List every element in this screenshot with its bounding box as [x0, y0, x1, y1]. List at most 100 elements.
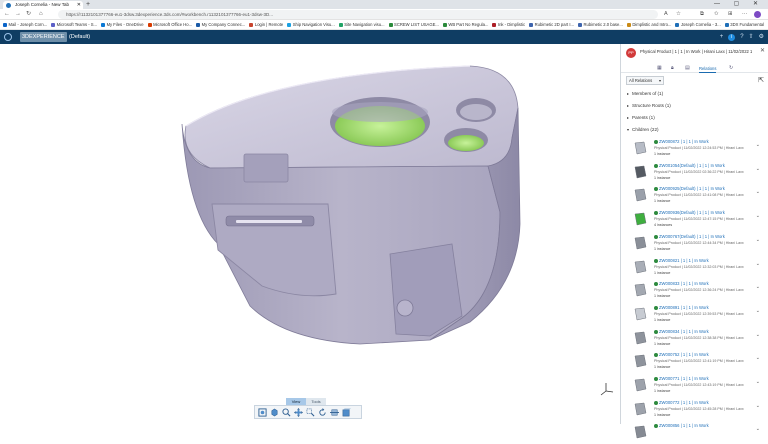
expand-chevron-icon[interactable]: ⌄	[756, 403, 760, 409]
expand-chevron-icon[interactable]: ⌄	[756, 308, 760, 314]
add-icon[interactable]: +	[720, 32, 724, 42]
expand-chevron-icon[interactable]: ⌄	[756, 237, 760, 243]
home-icon[interactable]: ⌂	[39, 10, 43, 19]
url-bar[interactable]: https://r1132101377766-eu1-3dsw.3dexperi…	[58, 10, 658, 19]
bookmark-item[interactable]: Login | Remote	[249, 22, 283, 27]
child-item[interactable]: ZW000856 | 1 | 1 | In Work ⌄	[630, 421, 761, 444]
relation-section[interactable]: ▾ Children (22)	[627, 127, 659, 132]
child-name-link[interactable]: ZW000833 | 1 | 1 | In Work	[659, 281, 709, 286]
expand-chevron-icon[interactable]: ⌄	[756, 284, 760, 290]
expand-chevron-icon[interactable]: ⌄	[756, 355, 760, 361]
section-icon[interactable]	[329, 407, 340, 418]
zoom-area-icon[interactable]	[305, 407, 316, 418]
pan-icon[interactable]	[293, 407, 304, 418]
expand-chevron-icon[interactable]: ⌄	[756, 261, 760, 267]
bookmark-item[interactable]: Mail - Joseph Corn...	[3, 22, 47, 27]
zoom-icon[interactable]	[281, 407, 292, 418]
axis-triad-icon[interactable]	[600, 382, 614, 396]
bookmark-item[interactable]: Microsoft Teams - S...	[51, 22, 97, 27]
share-icon[interactable]: ⇧	[749, 32, 754, 42]
bookmark-item[interactable]: 3DX Fundamental	[724, 22, 764, 27]
read-aloud-icon[interactable]: A	[664, 10, 668, 19]
expand-chevron-icon[interactable]: ⌄	[756, 426, 760, 432]
child-item[interactable]: ZW000821 | 1 | 1 | In Work Physical Produ…	[630, 256, 761, 279]
extensions-icon[interactable]: ⊞	[728, 10, 733, 19]
compass-icon[interactable]	[4, 33, 12, 41]
relation-section[interactable]: ▸ Members of (1)	[627, 91, 663, 96]
bookmark-item[interactable]: Rubimetic 2.0 base...	[577, 22, 623, 27]
rotate-icon[interactable]	[317, 407, 328, 418]
child-name-link[interactable]: ZW001054(Default) | 1 | 1 | In Work	[659, 163, 725, 168]
expand-chevron-icon[interactable]: ⌄	[756, 332, 760, 338]
close-tab-icon[interactable]: ✕	[77, 1, 81, 9]
fit-all-icon[interactable]	[257, 407, 268, 418]
relations-filter-dropdown[interactable]: All Relations ▾	[626, 76, 664, 85]
child-item[interactable]: ZW000872 | 1 | 1 | In Work Physical Produ…	[630, 137, 761, 160]
tab-comments-icon[interactable]: ▤	[685, 65, 690, 72]
open-external-icon[interactable]: ⇱	[758, 76, 764, 84]
bookmark-item[interactable]: Dimplistic and Intro...	[626, 22, 671, 27]
expand-chevron-icon[interactable]: ⌄	[756, 213, 760, 219]
expand-chevron-icon[interactable]: ⌄	[756, 189, 760, 195]
child-item[interactable]: ZW001054(Default) | 1 | 1 | In Work Physi…	[630, 161, 761, 184]
3d-model-render[interactable]	[0, 44, 620, 424]
child-name-link[interactable]: ZW000891 | 1 | 1 | In Work	[659, 305, 709, 310]
bookmark-item[interactable]: Joseph Cornelia - 3...	[675, 22, 721, 27]
tab-history-icon[interactable]: ↻	[729, 65, 733, 72]
child-item[interactable]: ZW000752 | 1 | 1 | In Work Physical Produ…	[630, 350, 761, 373]
tab-lock-icon[interactable]: 🔒︎	[671, 65, 674, 72]
new-tab-button[interactable]: +	[86, 0, 90, 9]
back-icon[interactable]: ←	[4, 10, 10, 19]
child-item[interactable]: ZW000767(Default) | 1 | 1 | In Work Physi…	[630, 232, 761, 255]
bookmark-item[interactable]: Ship Navigation Visu...	[287, 22, 335, 27]
bookmark-item[interactable]: Ink - Dimplistic	[492, 22, 525, 27]
close-panel-icon[interactable]: ✕	[760, 47, 765, 54]
relation-section[interactable]: ▸ Parents (1)	[627, 115, 655, 120]
relation-section[interactable]: ▸ Structure Roots (1)	[627, 103, 671, 108]
child-item[interactable]: ZW000925(Default) | 1 | 1 | In Work Physi…	[630, 184, 761, 207]
tab-relations[interactable]: Relations	[699, 65, 717, 73]
favorites-list-icon[interactable]: ✩	[714, 10, 719, 19]
settings-icon[interactable]: ⚙	[759, 32, 764, 42]
expand-chevron-icon[interactable]: ⌄	[756, 379, 760, 385]
child-name-link[interactable]: ZW000925(Default) | 1 | 1 | In Work	[659, 186, 725, 191]
tab-properties-icon[interactable]: ▦	[657, 65, 662, 72]
profile-avatar[interactable]	[754, 11, 761, 18]
child-name-link[interactable]: ZW000936(Default) | 1 | 1 | In Work	[659, 210, 725, 215]
favorite-star-icon[interactable]: ☆	[676, 10, 681, 19]
child-item[interactable]: ZW000834 | 1 | 1 | In Work Physical Produ…	[630, 327, 761, 350]
child-name-link[interactable]: ZW000752 | 1 | 1 | In Work	[659, 352, 709, 357]
bookmark-item[interactable]: WB Part No Regula...	[442, 22, 488, 27]
info-icon[interactable]: i	[728, 33, 736, 41]
browser-tab[interactable]: Joseph Cornelia - New Tab ✕	[3, 1, 83, 9]
child-name-link[interactable]: ZW000767(Default) | 1 | 1 | In Work	[659, 234, 725, 239]
render-style-icon[interactable]	[341, 407, 352, 418]
child-item[interactable]: ZW000772 | 1 | 1 | In Work Physical Produ…	[630, 398, 761, 421]
bookmark-item[interactable]: My Company Connec...	[196, 22, 245, 27]
child-name-link[interactable]: ZW000772 | 1 | 1 | In Work	[659, 400, 709, 405]
bookmark-item[interactable]: My Files - OneDrive	[101, 22, 144, 27]
tab-view[interactable]: View	[286, 398, 306, 405]
3d-viewport[interactable]	[0, 44, 620, 424]
child-item[interactable]: ZW000891 | 1 | 1 | In Work Physical Produ…	[630, 303, 761, 326]
help-icon[interactable]: ?	[740, 32, 743, 42]
bookmark-item[interactable]: Rubimetic 2D part I...	[529, 22, 574, 27]
child-name-link[interactable]: ZW000856 | 1 | 1 | In Work	[659, 423, 709, 428]
expand-chevron-icon[interactable]: ⌄	[756, 142, 760, 148]
app-brand[interactable]: 3DEXPERIENCE (Default)	[20, 32, 90, 42]
bookmark-item[interactable]: Site Navigation visu...	[338, 22, 385, 27]
expand-chevron-icon[interactable]: ⌄	[756, 166, 760, 172]
bookmark-item[interactable]: Microsoft Office Ho...	[147, 22, 192, 27]
child-name-link[interactable]: ZW000821 | 1 | 1 | In Work	[659, 258, 709, 263]
forward-icon[interactable]: →	[15, 10, 21, 19]
reload-icon[interactable]: ↻	[26, 10, 31, 19]
child-item[interactable]: ZW000833 | 1 | 1 | In Work Physical Produ…	[630, 279, 761, 302]
child-item[interactable]: ZW000771 | 1 | 1 | In Work Physical Produ…	[630, 374, 761, 397]
collections-icon[interactable]: ⧉	[700, 10, 704, 19]
more-menu-icon[interactable]: ⋯	[742, 10, 748, 19]
child-item[interactable]: ZW000936(Default) | 1 | 1 | In Work Physi…	[630, 208, 761, 231]
tab-tools[interactable]: Tools	[306, 398, 326, 405]
child-name-link[interactable]: ZW000834 | 1 | 1 | In Work	[659, 329, 709, 334]
bookmark-item[interactable]: SCREW LIST USAGE...	[388, 22, 439, 27]
view-orientation-icon[interactable]	[269, 407, 280, 418]
